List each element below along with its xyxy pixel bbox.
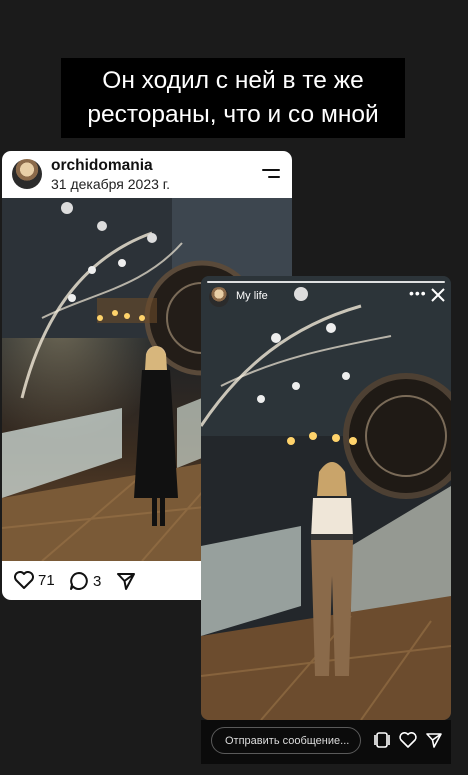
post-header: orchidomania 31 декабря 2023 г. xyxy=(2,151,292,198)
caption-line-1: Он ходил с ней в те же xyxy=(102,67,364,94)
story-scene xyxy=(201,276,451,720)
like-count: 71 xyxy=(38,571,55,589)
reply-input[interactable]: Отправить сообщение... xyxy=(211,727,361,754)
comment-count: 3 xyxy=(93,572,102,590)
like-action[interactable]: 71 xyxy=(14,571,55,589)
share-icon[interactable] xyxy=(116,571,136,591)
caption-line-2: рестораны, что и со мной xyxy=(87,101,379,128)
comment-icon[interactable] xyxy=(69,571,89,591)
caption-overlay: Он ходил с ней в те же рестораны, что и … xyxy=(61,58,405,138)
story-progress-bar xyxy=(207,281,445,283)
reply-bar: Отправить сообщение... xyxy=(201,720,451,764)
gallery-icon[interactable] xyxy=(373,731,391,749)
story-panel: My life ••• xyxy=(201,276,451,720)
close-icon[interactable] xyxy=(431,288,445,302)
story-photo[interactable] xyxy=(201,276,451,720)
story-avatar[interactable] xyxy=(209,287,229,307)
more-icon[interactable]: ••• xyxy=(409,285,427,301)
post-username[interactable]: orchidomania xyxy=(51,157,153,175)
menu-icon[interactable] xyxy=(262,169,280,181)
heart-icon[interactable] xyxy=(399,731,417,749)
post-date: 31 декабря 2023 г. xyxy=(51,176,171,192)
story-username[interactable]: My life xyxy=(236,290,268,302)
comment-action[interactable]: 3 xyxy=(69,571,101,591)
avatar[interactable] xyxy=(12,159,42,189)
send-icon[interactable] xyxy=(425,731,443,749)
share-action[interactable] xyxy=(116,571,136,591)
heart-icon[interactable] xyxy=(14,571,34,589)
